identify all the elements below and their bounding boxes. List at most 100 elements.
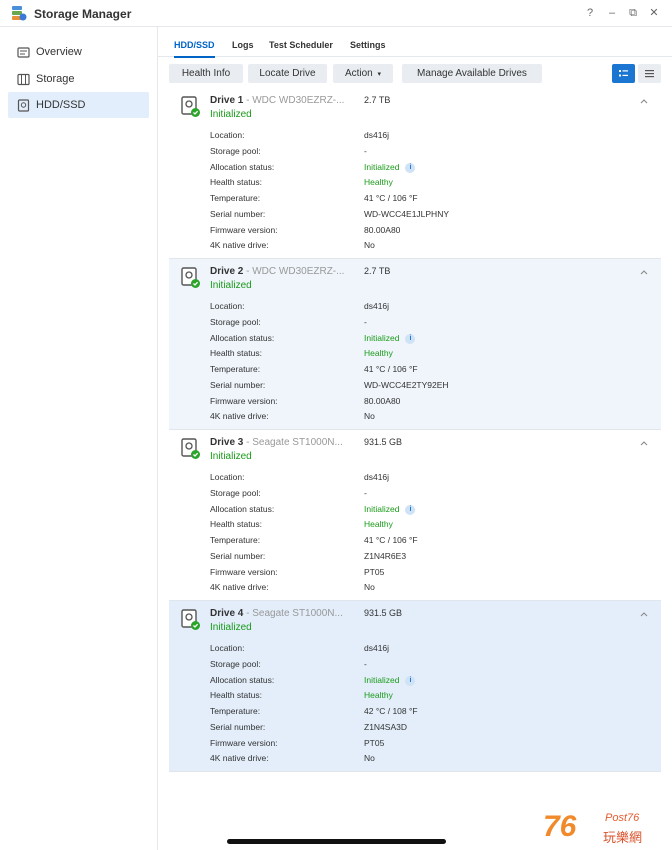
temperature-value: 41 °C / 106 °F (364, 193, 418, 203)
drive-name: Drive 1 (210, 95, 244, 106)
hdd-status-icon (181, 438, 200, 459)
drive-name: Drive 2 (210, 266, 244, 277)
menu-icon (645, 70, 654, 78)
storage-pool-value: - (364, 317, 367, 327)
chevron-up-icon[interactable] (639, 609, 649, 619)
sidebar-item-storage[interactable]: Storage (8, 66, 149, 92)
storage-pool-label: Storage pool: (210, 146, 261, 156)
drive-title: Drive 1 - WDC WD30EZRZ-... (210, 95, 344, 106)
drive-model: - WDC WD30EZRZ-... (243, 95, 345, 106)
firmware-value: PT05 (364, 738, 385, 748)
location-value: ds416j (364, 301, 390, 311)
serial-value: WD-WCC4E2TY92EH (364, 380, 449, 390)
drive-status: Initialized (210, 280, 252, 291)
serial-value: WD-WCC4E1JLPHNY (364, 209, 450, 219)
native4k-label: 4K native drive: (210, 753, 269, 763)
drive-size: 931.5 GB (364, 608, 403, 618)
native4k-label: 4K native drive: (210, 411, 269, 421)
info-icon[interactable]: i (405, 675, 416, 686)
list-view-button[interactable] (612, 64, 635, 83)
health-value: Healthy (364, 348, 393, 358)
info-icon[interactable]: i (405, 504, 416, 515)
firmware-value: PT05 (364, 567, 385, 577)
drive-card[interactable]: Drive 3 - Seagate ST1000N... 931.5 GB In… (169, 430, 661, 601)
sidebar-item-hdd-ssd[interactable]: HDD/SSD (8, 92, 149, 118)
app-title: Storage Manager (34, 7, 132, 21)
manage-available-drives-button[interactable]: Manage Available Drives (402, 64, 542, 83)
drive-model: - Seagate ST1000N... (243, 437, 343, 448)
minimize-icon[interactable]: – (604, 5, 620, 21)
sidebar-item-label: Storage (36, 73, 75, 85)
health-value: Healthy (364, 690, 393, 700)
health-info-button[interactable]: Health Info (169, 64, 243, 83)
allocation-value: Initialized i (364, 503, 416, 515)
tab-hdd-ssd[interactable]: HDD/SSD (174, 40, 215, 58)
storage-pool-label: Storage pool: (210, 659, 261, 669)
chevron-up-icon[interactable] (639, 96, 649, 106)
drive-status: Initialized (210, 451, 252, 462)
serial-label: Serial number: (210, 380, 266, 390)
health-label: Health status: (210, 348, 262, 358)
tab-logs[interactable]: Logs (232, 40, 254, 50)
native4k-label: 4K native drive: (210, 582, 269, 592)
action-button[interactable]: Action ▾ (333, 64, 393, 83)
chevron-up-icon[interactable] (639, 267, 649, 277)
location-label: Location: (210, 643, 245, 653)
tab-settings[interactable]: Settings (350, 40, 386, 50)
close-icon[interactable]: ✕ (646, 5, 662, 21)
drive-title: Drive 4 - Seagate ST1000N... (210, 608, 343, 619)
temperature-value: 41 °C / 106 °F (364, 535, 418, 545)
drive-model: - WDC WD30EZRZ-... (243, 266, 345, 277)
locate-drive-button[interactable]: Locate Drive (248, 64, 327, 83)
location-value: ds416j (364, 130, 390, 140)
drive-card[interactable]: Drive 1 - WDC WD30EZRZ-... 2.7 TB Initia… (169, 88, 661, 259)
hdd-status-icon (181, 609, 200, 630)
sidebar-item-label: Overview (36, 46, 82, 58)
sidebar-item-overview[interactable]: Overview (8, 39, 149, 65)
storage-icon (17, 73, 30, 85)
drive-size: 931.5 GB (364, 437, 403, 447)
drive-title: Drive 2 - WDC WD30EZRZ-... (210, 266, 344, 277)
drive-size: 2.7 TB (364, 95, 391, 105)
info-icon[interactable]: i (405, 162, 416, 173)
storage-pool-label: Storage pool: (210, 488, 261, 498)
drive-card[interactable]: Drive 4 - Seagate ST1000N... 931.5 GB In… (169, 601, 661, 772)
native4k-value: No (364, 411, 375, 421)
storage-pool-value: - (364, 488, 367, 498)
health-label: Health status: (210, 177, 262, 187)
location-label: Location: (210, 472, 245, 482)
allocation-status: Initialized (364, 333, 400, 343)
home-indicator[interactable] (227, 839, 446, 844)
drive-card[interactable]: Drive 2 - WDC WD30EZRZ-... 2.7 TB Initia… (169, 259, 661, 430)
serial-label: Serial number: (210, 722, 266, 732)
temperature-label: Temperature: (210, 706, 261, 716)
tab-test-scheduler[interactable]: Test Scheduler (269, 40, 333, 50)
restore-icon[interactable]: ⧉ (625, 5, 641, 21)
tab-bar: HDD/SSD Logs Test Scheduler Settings (158, 27, 672, 58)
help-icon[interactable]: ? (582, 5, 598, 21)
native4k-value: No (364, 240, 375, 250)
allocation-status: Initialized (364, 504, 400, 514)
storage-pool-value: - (364, 659, 367, 669)
allocation-value: Initialized i (364, 161, 416, 173)
hdd-icon (17, 98, 30, 112)
allocation-label: Allocation status: (210, 675, 275, 685)
allocation-label: Allocation status: (210, 333, 275, 343)
detail-list-icon (619, 70, 628, 77)
allocation-value: Initialized i (364, 674, 416, 686)
caret-down-icon: ▾ (377, 71, 382, 78)
hdd-status-icon (181, 96, 200, 117)
drive-model: - Seagate ST1000N... (243, 608, 343, 619)
location-label: Location: (210, 301, 245, 311)
compact-view-button[interactable] (638, 64, 661, 83)
storage-pool-value: - (364, 146, 367, 156)
info-icon[interactable]: i (405, 333, 416, 344)
allocation-status: Initialized (364, 675, 400, 685)
location-label: Location: (210, 130, 245, 140)
chevron-up-icon[interactable] (639, 438, 649, 448)
drive-status: Initialized (210, 622, 252, 633)
temperature-value: 41 °C / 106 °F (364, 364, 418, 374)
location-value: ds416j (364, 643, 390, 653)
watermark-number: 76 (543, 810, 577, 843)
native4k-value: No (364, 582, 375, 592)
